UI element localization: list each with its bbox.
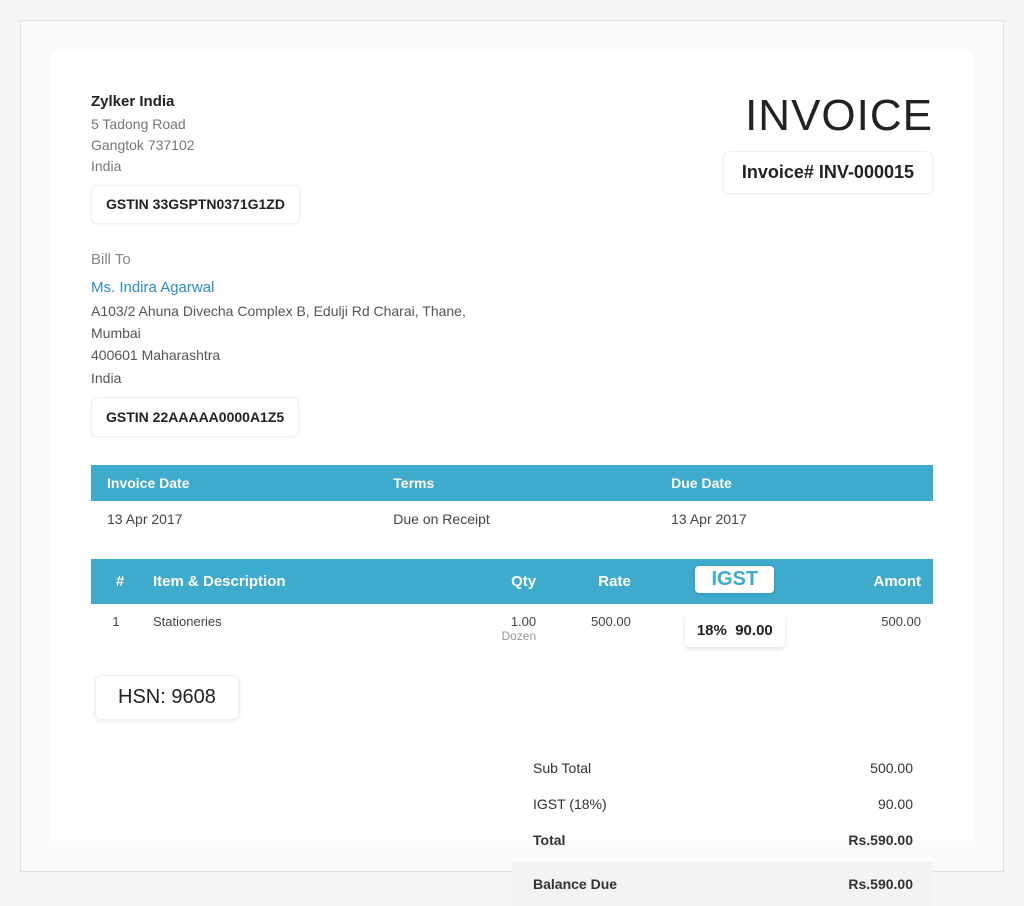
customer-gstin-callout: GSTIN 22AAAAA0000A1Z5 [91, 397, 299, 437]
header-row: Zylker India 5 Tadong Road Gangtok 73710… [91, 91, 933, 224]
item-rate: 500.00 [548, 604, 643, 657]
meta-header-due-date: Due Date [655, 465, 933, 501]
totals-igst: IGST (18%) 90.00 [513, 786, 933, 822]
igst-total-label: IGST (18%) [533, 796, 607, 812]
billto-label: Bill To [91, 248, 933, 272]
meta-header-terms: Terms [377, 465, 655, 501]
igst-total-value: 90.00 [878, 796, 913, 812]
invoice-card: Zylker India 5 Tadong Road Gangtok 73710… [51, 51, 973, 841]
billto-country: India [91, 367, 933, 389]
subtotal-value: 500.00 [870, 760, 913, 776]
meta-invoice-date: 13 Apr 2017 [91, 501, 377, 537]
billto-address1: A103/2 Ahuna Divecha Complex B, Edulji R… [91, 300, 933, 322]
item-igst-pct: 18% [697, 622, 727, 639]
item-header-amount: Amont [827, 559, 933, 604]
totals-subtotal: Sub Total 500.00 [513, 750, 933, 786]
igst-header-callout: IGST [695, 566, 774, 593]
item-header-igst: IGST [643, 559, 827, 604]
meta-header-invoice-date: Invoice Date [91, 465, 377, 501]
items-table: # Item & Description Qty Rate IGST Amont… [91, 559, 933, 657]
item-header-qty: Qty [461, 559, 548, 604]
company-address2: Gangtok 737102 [91, 135, 300, 156]
company-gstin-callout: GSTIN 33GSPTN0371G1ZD [91, 185, 300, 224]
invoice-title: INVOICE [723, 91, 933, 141]
company-country: India [91, 156, 300, 177]
item-igst-val: 90.00 [735, 622, 773, 639]
company-block: Zylker India 5 Tadong Road Gangtok 73710… [91, 91, 300, 224]
page-frame: Zylker India 5 Tadong Road Gangtok 73710… [20, 20, 1004, 872]
company-address1: 5 Tadong Road [91, 114, 300, 135]
item-qty: 1.00 Dozen [461, 604, 548, 657]
item-header-desc: Item & Description [141, 559, 461, 604]
customer-name: Ms. Indira Agarwal [91, 276, 933, 300]
subtotal-label: Sub Total [533, 760, 591, 776]
item-header-rate: Rate [548, 559, 643, 604]
total-label: Total [533, 832, 565, 848]
item-amount: 500.00 [827, 604, 933, 657]
item-num: 1 [91, 604, 141, 657]
totals-block: Sub Total 500.00 IGST (18%) 90.00 Total … [513, 750, 933, 906]
title-block: INVOICE Invoice# INV-000015 [723, 91, 933, 194]
billto-state: 400601 Maharashtra [91, 344, 933, 366]
billto-block: Bill To Ms. Indira Agarwal A103/2 Ahuna … [91, 248, 933, 438]
billto-city: Mumbai [91, 322, 933, 344]
totals-total: Total Rs.590.00 [513, 822, 933, 858]
invoice-number-callout: Invoice# INV-000015 [723, 151, 933, 194]
table-row: 1 Stationeries 1.00 Dozen 500.00 18% 90.… [91, 604, 933, 657]
total-value: Rs.590.00 [848, 832, 913, 848]
meta-due-date: 13 Apr 2017 [655, 501, 933, 537]
meta-table: Invoice Date Terms Due Date 13 Apr 2017 … [91, 465, 933, 537]
item-header-num: # [91, 559, 141, 604]
balance-value: Rs.590.00 [848, 876, 913, 892]
hsn-callout: HSN: 9608 [95, 675, 239, 720]
item-qty-unit: Dozen [473, 629, 536, 643]
meta-terms: Due on Receipt [377, 501, 655, 537]
balance-label: Balance Due [533, 876, 617, 892]
igst-cell-callout: 18% 90.00 [685, 614, 785, 647]
item-desc: Stationeries [141, 604, 461, 657]
totals-balance: Balance Due Rs.590.00 [513, 862, 933, 906]
item-igst: 18% 90.00 [643, 604, 827, 657]
company-name: Zylker India [91, 91, 300, 114]
item-qty-value: 1.00 [511, 614, 536, 629]
